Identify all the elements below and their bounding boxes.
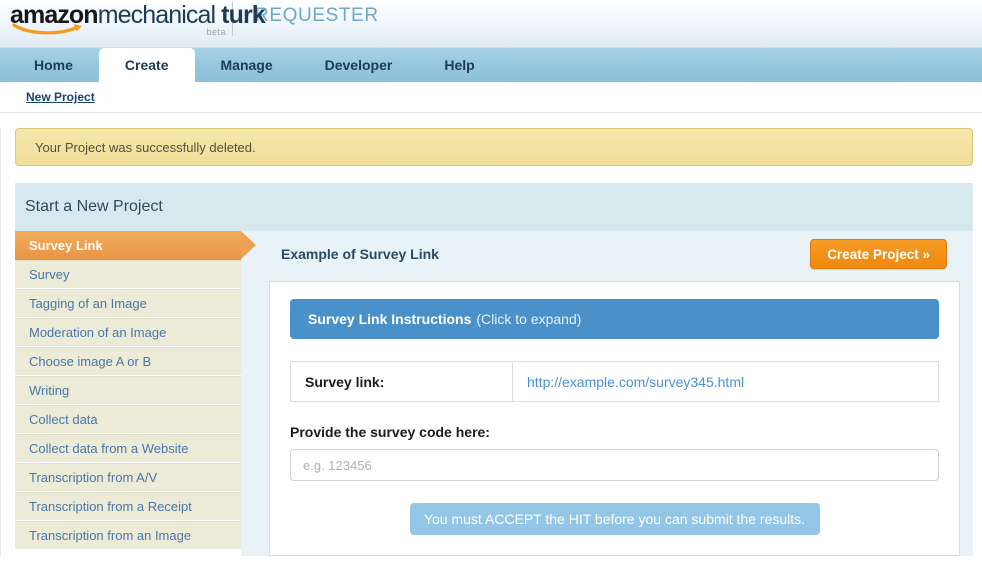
sidebar-item-tagging-of-an-image[interactable]: Tagging of an Image [15,289,241,318]
breadcrumb-new-project[interactable]: New Project [26,90,95,104]
accept-hit-notice: You must ACCEPT the HIT before you can s… [409,503,820,535]
sidebar-item-label: Transcription from A/V [29,470,158,485]
example-content-column: Example of Survey Link Create Project » … [241,231,973,556]
sidebar-item-survey-link[interactable]: Survey Link [15,231,256,260]
survey-link-instructions-toggle[interactable]: Survey Link Instructions (Click to expan… [290,299,939,339]
survey-link-cell: http://example.com/survey345.html [513,362,939,402]
table-row: Survey link: http://example.com/survey34… [290,361,939,402]
sidebar-item-label: Writing [29,383,70,398]
sidebar-item-choose-image-a-or-b[interactable]: Choose image A or B [15,347,241,376]
page-title: Start a New Project [25,198,163,215]
tab-developer[interactable]: Developer [299,48,419,82]
masthead: amazonmechanical turk beta REQUESTER [0,0,982,48]
logo-turk-text: turk [215,1,266,29]
project-type-sidebar: Survey Link Survey Tagging of an Image M… [15,231,256,556]
sidebar-item-survey[interactable]: Survey [15,260,241,289]
accept-hit-notice-text: You must ACCEPT the HIT before you can s… [423,511,806,527]
example-card: Survey Link Instructions (Click to expan… [269,281,960,556]
sidebar-item-transcription-from-an-image[interactable]: Transcription from an Image [15,521,241,550]
sidebar-item-moderation-of-an-image[interactable]: Moderation of an Image [15,318,241,347]
sidebar-item-label: Survey Link [29,238,103,253]
tab-help[interactable]: Help [418,48,500,82]
sidebar-item-label: Tagging of an Image [29,296,147,311]
survey-link-table: Survey link: http://example.com/survey34… [290,361,939,402]
survey-code-label: Provide the survey code here: [290,424,490,440]
create-project-button[interactable]: Create Project » [810,239,947,269]
sidebar-item-collect-data[interactable]: Collect data [15,405,241,434]
tab-home[interactable]: Home [8,48,99,82]
sidebar-item-label: Moderation of an Image [29,325,167,340]
amazon-mturk-logo[interactable]: amazonmechanical turk beta [0,0,266,38]
panel-header: Start a New Project [15,183,973,231]
sidebar-item-label: Collect data from a Website [29,441,189,456]
status-alert-message: Your Project was successfully deleted. [35,139,256,155]
amazon-smile-swoosh-icon [12,22,84,35]
sidebar-item-label: Collect data [29,412,98,427]
instructions-title: Survey Link Instructions [308,311,472,327]
sidebar-item-transcription-from-a-receipt[interactable]: Transcription from a Receipt [15,492,241,521]
sidebar-item-label: Transcription from a Receipt [29,499,192,514]
page-body: Your Project was successfully deleted. S… [0,128,982,556]
sidebar-item-label: Choose image A or B [29,354,152,369]
sidebar-item-writing[interactable]: Writing [15,376,241,405]
survey-link-label: Survey link: [290,361,513,402]
new-project-panel: Start a New Project Survey Link Survey T… [15,183,973,556]
tab-manage[interactable]: Manage [195,48,299,82]
logo-mechanical-text: mechanical [97,1,216,29]
breadcrumb: New Project [0,82,982,113]
sidebar-item-collect-data-from-a-website[interactable]: Collect data from a Website [15,434,241,463]
survey-link-url[interactable]: http://example.com/survey345.html [527,374,744,390]
main-navigation-tabs: Home Create Manage Developer Help [0,48,982,82]
sidebar-item-label: Survey [29,267,70,282]
instructions-hint: (Click to expand) [476,311,582,327]
survey-code-input[interactable] [290,449,939,481]
beta-badge: beta [206,27,226,37]
panel-body: Survey Link Survey Tagging of an Image M… [15,231,973,556]
status-alert: Your Project was successfully deleted. [15,128,973,166]
example-title: Example of Survey Link [281,246,439,262]
tab-create[interactable]: Create [98,48,195,82]
sidebar-item-transcription-from-av[interactable]: Transcription from A/V [15,463,241,492]
sidebar-item-label: Transcription from an Image [29,528,192,543]
